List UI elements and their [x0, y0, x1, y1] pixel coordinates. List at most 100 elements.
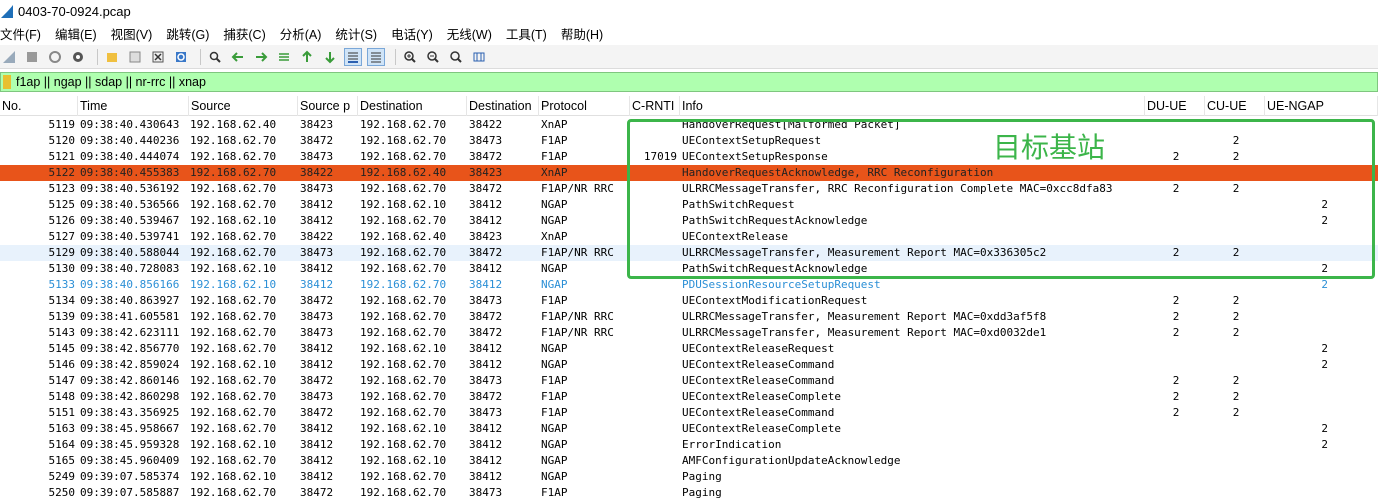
go-last-packet-icon[interactable] [321, 48, 339, 66]
packet-source: 192.168.62.70 [190, 230, 277, 243]
table-row[interactable]: 5119 09:38:40.430643 192.168.62.40 38423 192… [0, 117, 1378, 133]
table-row[interactable]: 5126 09:38:40.539467 192.168.62.10 38412 192… [0, 213, 1378, 229]
zoom-normal-icon[interactable] [447, 48, 465, 66]
start-capture-icon[interactable] [0, 48, 18, 66]
table-row[interactable]: 5130 09:38:40.728083 192.168.62.10 38412 192… [0, 261, 1378, 277]
menu-wireless[interactable]: 无线(W) [447, 24, 492, 43]
table-row[interactable]: 5139 09:38:41.605581 192.168.62.70 38473 192… [0, 309, 1378, 325]
display-filter-input[interactable] [16, 75, 1316, 89]
column-header-ue-ngap[interactable]: UE-NGAP [1265, 96, 1378, 116]
packet-destination: 192.168.62.10 [360, 198, 447, 211]
autoscroll-icon[interactable] [344, 47, 362, 66]
menu-go[interactable]: 跳转(G) [166, 24, 209, 43]
save-file-icon[interactable] [126, 48, 144, 66]
packet-du-ue [1147, 437, 1205, 453]
filter-bookmark-icon[interactable] [3, 75, 11, 89]
packet-ue-ngap [1267, 133, 1378, 149]
table-row[interactable]: 5125 09:38:40.536566 192.168.62.70 38412 192… [0, 197, 1378, 213]
column-header-protocol[interactable]: Protocol [539, 96, 630, 116]
go-to-packet-icon[interactable] [275, 48, 293, 66]
table-row[interactable]: 5143 09:38:42.623111 192.168.62.70 38473 192… [0, 325, 1378, 341]
table-row[interactable]: 5121 09:38:40.444074 192.168.62.70 38473 192… [0, 149, 1378, 165]
table-row[interactable]: 5133 09:38:40.856166 192.168.62.10 38412 192… [0, 277, 1378, 293]
packet-number: 5122 [48, 166, 76, 179]
packet-ue-ngap [1267, 469, 1378, 485]
packet-time: 09:38:40.440236 [80, 134, 180, 147]
column-header-destination-port[interactable]: Destination [467, 96, 539, 116]
menu-file[interactable]: 文件(F) [0, 24, 41, 43]
open-file-icon[interactable] [103, 48, 121, 66]
capture-options-icon[interactable] [69, 48, 87, 66]
zoom-in-icon[interactable] [401, 48, 419, 66]
packet-destination-port: 38473 [469, 294, 503, 307]
column-header-destination[interactable]: Destination [358, 96, 467, 116]
table-row[interactable]: 5123 09:38:40.536192 192.168.62.70 38473 192… [0, 181, 1378, 197]
column-header-crnti[interactable]: C-RNTI [630, 96, 680, 116]
packet-destination: 192.168.62.40 [360, 166, 447, 179]
menu-view[interactable]: 视图(V) [111, 24, 153, 43]
packet-crnti [632, 181, 677, 197]
packet-source-port: 38412 [300, 438, 334, 451]
packet-info: ULRRCMessageTransfer, Measurement Report… [682, 326, 1047, 339]
packet-destination-port: 38412 [469, 262, 503, 275]
packet-info: UEContextReleaseComplete [682, 422, 841, 435]
packet-protocol: NGAP [541, 342, 568, 355]
table-row[interactable]: 5249 09:39:07.585374 192.168.62.10 38412 192… [0, 469, 1378, 485]
column-header-time[interactable]: Time [78, 96, 189, 116]
stop-capture-icon[interactable] [23, 48, 41, 66]
go-back-icon[interactable] [229, 48, 247, 66]
menu-help[interactable]: 帮助(H) [561, 24, 603, 43]
table-row[interactable]: 5250 09:39:07.585887 192.168.62.70 38472 192… [0, 485, 1378, 501]
packet-du-ue: 2 [1172, 310, 1180, 323]
table-row[interactable]: 5163 09:38:45.958667 192.168.62.70 38412 192… [0, 421, 1378, 437]
table-row[interactable]: 5134 09:38:40.863927 192.168.62.70 38472 192… [0, 293, 1378, 309]
packet-protocol: F1AP/NR RRC [541, 182, 614, 195]
menu-capture[interactable]: 捕获(C) [223, 24, 265, 43]
menu-statistics[interactable]: 统计(S) [335, 24, 377, 43]
reload-file-icon[interactable] [172, 48, 190, 66]
menu-telephony[interactable]: 电话(Y) [391, 24, 433, 43]
table-row[interactable]: 5120 09:38:40.440236 192.168.62.70 38472 192… [0, 133, 1378, 149]
menu-edit[interactable]: 编辑(E) [55, 24, 97, 43]
menu-tools[interactable]: 工具(T) [506, 24, 547, 43]
go-forward-icon[interactable] [252, 48, 270, 66]
packet-time: 09:38:40.539741 [80, 230, 180, 243]
table-row[interactable]: 5127 09:38:40.539741 192.168.62.70 38422 192… [0, 229, 1378, 245]
table-row[interactable]: 5147 09:38:42.860146 192.168.62.70 38472 192… [0, 373, 1378, 389]
table-row[interactable]: 5129 09:38:40.588044 192.168.62.70 38473 192… [0, 245, 1378, 261]
column-header-no[interactable]: No. [0, 96, 78, 116]
table-row[interactable]: 5145 09:38:42.856770 192.168.62.70 38412 192… [0, 341, 1378, 357]
column-header-source-port[interactable]: Source p [298, 96, 358, 116]
column-header-source[interactable]: Source [189, 96, 298, 116]
packet-ue-ngap: 2 [1321, 342, 1328, 355]
packet-number: 5249 [48, 470, 76, 483]
packet-info: AMFConfigurationUpdateAcknowledge [682, 454, 901, 467]
zoom-out-icon[interactable] [424, 48, 442, 66]
table-row[interactable]: 5164 09:38:45.959328 192.168.62.10 38412 192… [0, 437, 1378, 453]
packet-cu-ue [1207, 165, 1265, 181]
close-file-icon[interactable] [149, 48, 167, 66]
table-row[interactable]: 5151 09:38:43.356925 192.168.62.70 38472 192… [0, 405, 1378, 421]
menu-bar: 文件(F) 编辑(E) 视图(V) 跳转(G) 捕获(C) 分析(A) 统计(S… [0, 22, 1378, 44]
packet-list[interactable]: 5119 09:38:40.430643 192.168.62.40 38423 192… [0, 117, 1378, 502]
resize-columns-icon[interactable] [470, 48, 488, 66]
packet-crnti [632, 245, 677, 261]
column-header-cu-ue[interactable]: CU-UE [1205, 96, 1265, 116]
menu-analyze[interactable]: 分析(A) [280, 24, 322, 43]
packet-cu-ue [1207, 421, 1265, 437]
packet-crnti [632, 309, 677, 325]
packet-cu-ue: 2 [1232, 182, 1240, 195]
table-row[interactable]: 5165 09:38:45.960409 192.168.62.70 38412 192… [0, 453, 1378, 469]
find-packet-icon[interactable] [206, 48, 224, 66]
packet-source-port: 38472 [300, 486, 334, 499]
table-row[interactable]: 5122 09:38:40.455383 192.168.62.70 38422 192… [0, 165, 1378, 181]
colorize-icon[interactable] [367, 47, 385, 66]
column-header-info[interactable]: Info [680, 96, 1145, 116]
table-row[interactable]: 5146 09:38:42.859024 192.168.62.10 38412 192… [0, 357, 1378, 373]
restart-capture-icon[interactable] [46, 48, 64, 66]
table-row[interactable]: 5148 09:38:42.860298 192.168.62.70 38473 192… [0, 389, 1378, 405]
toolbar-separator [200, 48, 201, 65]
go-first-packet-icon[interactable] [298, 48, 316, 66]
packet-protocol: XnAP [541, 118, 568, 131]
column-header-du-ue[interactable]: DU-UE [1145, 96, 1205, 116]
